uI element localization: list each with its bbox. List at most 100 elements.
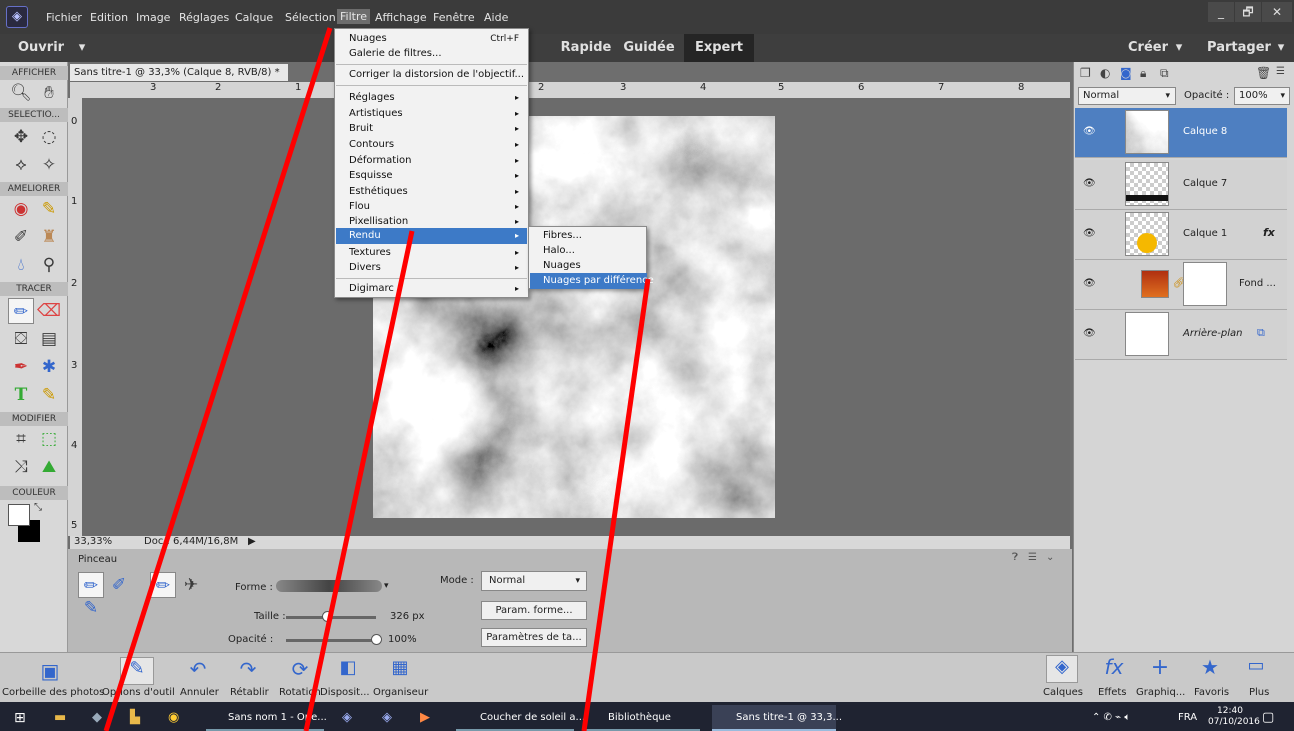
chrome-icon[interactable]: ◉ bbox=[168, 705, 179, 731]
pse-editor-icon[interactable]: ◈ bbox=[342, 705, 352, 731]
smart-brush-icon[interactable]: ✐ bbox=[8, 224, 34, 250]
layer-opacity-field[interactable]: 100% ▾ bbox=[1234, 87, 1290, 105]
app-icon[interactable]: ◆ bbox=[92, 705, 102, 731]
minimize-button[interactable]: _ bbox=[1208, 2, 1234, 22]
lasso-icon[interactable]: ⟡ bbox=[8, 152, 34, 178]
panel-menu-icon[interactable]: ☰ bbox=[1276, 66, 1285, 77]
menu-fenetre[interactable]: Fenêtre bbox=[433, 11, 475, 24]
color-replace-icon[interactable]: ✎ bbox=[78, 595, 104, 621]
layout-button[interactable]: Disposit... bbox=[320, 687, 370, 698]
brush-shape-preview[interactable] bbox=[276, 580, 382, 592]
tablet-settings-button[interactable]: Paramètres de ta... bbox=[481, 628, 587, 647]
create-button[interactable]: Créer bbox=[1124, 34, 1172, 62]
media-icon[interactable]: ▶ bbox=[420, 705, 430, 731]
straighten-icon[interactable]: ⛰︎ bbox=[36, 454, 62, 480]
open-dropdown-icon[interactable]: ▾ bbox=[76, 34, 88, 62]
tool-options-icon[interactable]: ✎ bbox=[120, 657, 154, 685]
menu-item-flou[interactable]: Flou ▸ bbox=[336, 199, 527, 215]
organizer-button[interactable]: Organiseur bbox=[373, 687, 428, 698]
content-move-icon[interactable]: ⤨ bbox=[8, 454, 34, 480]
undo-button[interactable]: Annuler bbox=[180, 687, 219, 698]
pencil-icon[interactable]: ✎ bbox=[36, 382, 62, 408]
submenu-item-nuages[interactable]: Nuages bbox=[530, 258, 647, 274]
move-icon[interactable]: ✥ bbox=[8, 124, 34, 150]
photo-bin-button[interactable]: Corbeille des photos bbox=[2, 687, 104, 698]
language-indicator[interactable]: FRA bbox=[1178, 705, 1197, 731]
create-dropdown-icon[interactable]: ▾ bbox=[1172, 34, 1186, 62]
status-menu-icon[interactable]: ▶ bbox=[248, 536, 256, 547]
fx-icon[interactable]: fx bbox=[1263, 226, 1275, 239]
submenu-item-fibres[interactable]: Fibres... bbox=[530, 228, 647, 244]
panel-menu-icon[interactable]: ☰ bbox=[1028, 552, 1037, 563]
menu-calque[interactable]: Calque bbox=[235, 11, 273, 24]
zoom-icon[interactable]: 🔍︎ bbox=[8, 80, 34, 106]
windows-start-icon[interactable]: ⊞ bbox=[14, 705, 26, 731]
help-icon[interactable]: ❓︎ bbox=[1012, 552, 1018, 563]
close-button[interactable]: ✕ bbox=[1262, 2, 1292, 22]
menu-item-artistiques[interactable]: Artistiques ▸ bbox=[336, 106, 527, 122]
photo-bin-icon[interactable]: ▣ bbox=[20, 659, 80, 683]
menu-item-bruit[interactable]: Bruit ▸ bbox=[336, 121, 527, 137]
layer-row-calque-1[interactable]: 👁︎ Calque 1 fx bbox=[1075, 210, 1287, 260]
swap-colors-icon[interactable]: ⤡ bbox=[34, 502, 42, 513]
opacity-slider[interactable] bbox=[286, 639, 376, 642]
system-tray-icons[interactable]: ⌃ ✆ ⌁ 🔈︎ bbox=[1092, 705, 1130, 731]
blend-mode-select[interactable]: Normal ▾ bbox=[1078, 87, 1176, 105]
trash-icon[interactable]: 🗑︎ bbox=[1256, 66, 1271, 80]
layers-icon[interactable]: ◈ bbox=[1046, 655, 1078, 683]
eye-icon[interactable]: 👁︎ bbox=[1083, 328, 1096, 339]
submenu-item-nuages-par-difference[interactable]: Nuages par différence bbox=[530, 273, 654, 289]
opacity-slider-knob[interactable] bbox=[371, 634, 382, 645]
document-tab[interactable]: Sans titre-1 @ 33,3% (Calque 8, RVB/8) *… bbox=[70, 64, 288, 95]
blur-icon[interactable]: 💧︎ bbox=[8, 252, 34, 278]
spot-heal-icon[interactable]: ✎ bbox=[36, 196, 62, 222]
menu-item-rendu[interactable]: Rendu ▸ bbox=[336, 228, 527, 244]
size-slider-knob[interactable] bbox=[321, 611, 333, 622]
layer-row-calque-8[interactable]: 👁︎ Calque 8 bbox=[1075, 108, 1287, 158]
layer-row-fond[interactable]: 👁︎ 🔗︎ Fond ... bbox=[1075, 260, 1287, 310]
text-icon[interactable]: T bbox=[8, 382, 34, 408]
collapse-icon[interactable]: ⌄ bbox=[1046, 552, 1054, 563]
magic-wand-icon[interactable]: ✧ bbox=[36, 152, 62, 178]
folder-icon[interactable]: ▙ bbox=[130, 705, 140, 731]
layer-mask-icon[interactable]: ◙ bbox=[1120, 66, 1132, 80]
eyedropper-icon[interactable]: ✒︎ bbox=[8, 354, 34, 380]
lock-all-icon[interactable]: ⧉ bbox=[1160, 66, 1169, 81]
clock[interactable]: 12:40 07/10/2016 bbox=[1208, 706, 1260, 728]
effects-icon[interactable]: fx bbox=[1098, 655, 1130, 679]
sponge-icon[interactable]: ⚲ bbox=[36, 252, 62, 278]
menu-affichage[interactable]: Affichage bbox=[375, 11, 427, 24]
menu-filtre[interactable]: Filtre bbox=[337, 9, 371, 24]
mode-guidee[interactable]: Guidée bbox=[618, 34, 680, 62]
hand-icon[interactable]: ✋︎ bbox=[36, 80, 62, 106]
rotate-button[interactable]: Rotation bbox=[279, 687, 321, 698]
tool-options-button[interactable]: Options d'outil bbox=[102, 687, 175, 698]
eye-icon[interactable]: 👁︎ bbox=[1083, 126, 1096, 137]
menu-item-esthetiques[interactable]: Esthétiques ▸ bbox=[336, 184, 527, 200]
more-icon[interactable]: ▭ bbox=[1240, 655, 1272, 676]
menu-selection[interactable]: Sélection bbox=[285, 11, 336, 24]
brush-icon[interactable]: ✏︎ bbox=[8, 298, 34, 324]
menu-item-divers[interactable]: Divers ▸ bbox=[336, 260, 527, 276]
eye-icon[interactable]: 👁︎ bbox=[1083, 178, 1096, 189]
layer-row-arriere-plan[interactable]: 👁︎ Arrière-plan ⧉ bbox=[1075, 310, 1287, 360]
foreground-color-swatch[interactable] bbox=[8, 504, 30, 526]
more-button[interactable]: Plus bbox=[1249, 687, 1269, 698]
eraser-icon[interactable]: ⌫ bbox=[36, 298, 62, 324]
share-button[interactable]: Partager bbox=[1204, 34, 1274, 62]
eye-icon[interactable]: 👁︎ bbox=[1083, 228, 1096, 239]
task-openoffice[interactable]: Sans nom 1 - Ope... bbox=[206, 705, 327, 731]
impressionist-brush-icon[interactable]: ✐ bbox=[106, 572, 132, 598]
brush-shape-dropdown-icon[interactable]: ▾ bbox=[384, 581, 389, 591]
menu-aide[interactable]: Aide bbox=[484, 11, 508, 24]
menu-item-textures[interactable]: Textures ▸ bbox=[336, 245, 527, 261]
graphics-icon[interactable]: + bbox=[1144, 655, 1176, 680]
adjustment-layer-icon[interactable]: ◐ bbox=[1100, 66, 1110, 80]
menu-edition[interactable]: Edition bbox=[90, 11, 128, 24]
pse-organizer-icon[interactable]: ◈ bbox=[382, 705, 392, 731]
favorites-icon[interactable]: ★ bbox=[1194, 655, 1226, 679]
menu-item-contours[interactable]: Contours ▸ bbox=[336, 137, 527, 153]
menu-image[interactable]: Image bbox=[136, 11, 170, 24]
menu-item-digimarc[interactable]: Digimarc ▸ bbox=[336, 281, 527, 297]
clone-stamp-icon[interactable]: ♜ bbox=[36, 224, 62, 250]
